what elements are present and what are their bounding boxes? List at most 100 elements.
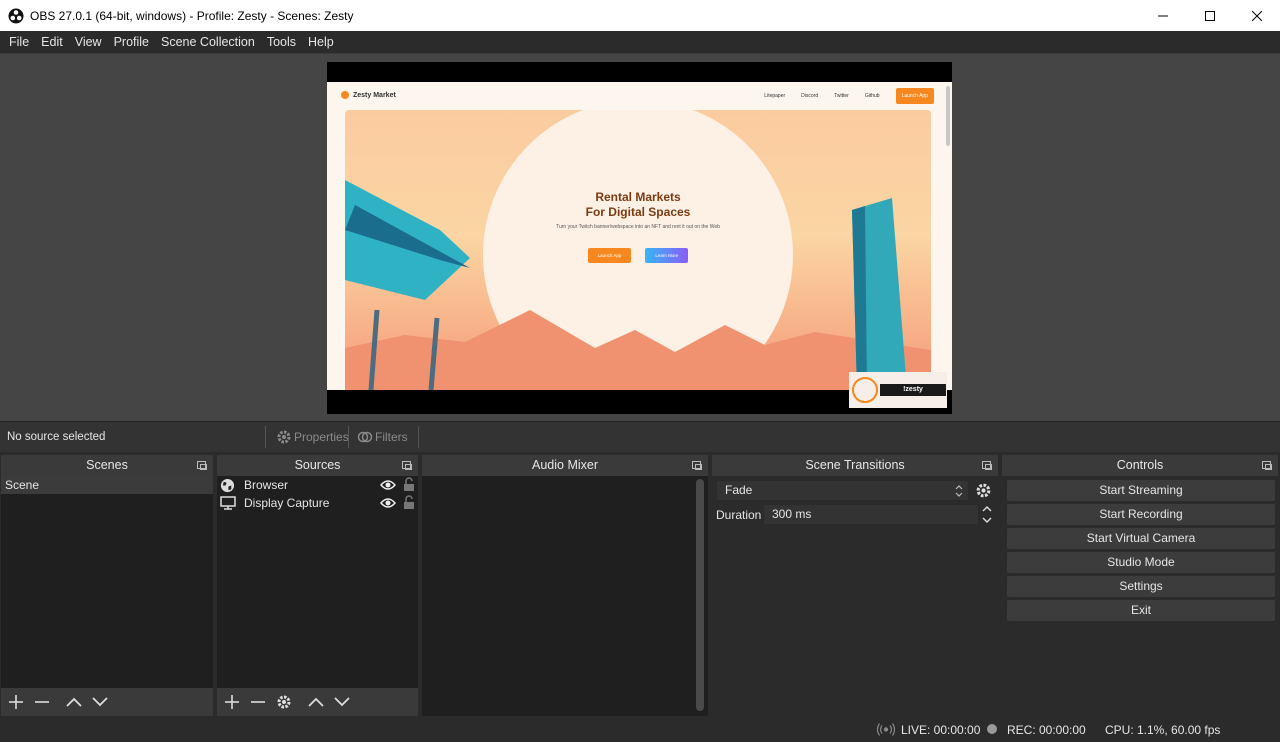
move-scene-down-button[interactable] xyxy=(87,688,113,716)
updown-arrow-icon xyxy=(955,485,963,497)
close-button[interactable] xyxy=(1233,0,1280,31)
undock-icon[interactable] xyxy=(402,461,412,470)
chevron-down-icon[interactable] xyxy=(980,515,994,525)
preview-canvas[interactable]: Zesty Market Litepaper Discord Twitter G… xyxy=(327,62,952,414)
site-brand: Zesty Market xyxy=(341,91,396,99)
minus-icon xyxy=(251,701,265,703)
visibility-eye-icon[interactable] xyxy=(380,479,396,491)
minimize-icon xyxy=(1157,15,1168,16)
plus-icon xyxy=(225,695,239,709)
gear-icon xyxy=(277,695,291,709)
nav-discord: Discord xyxy=(801,93,819,99)
chevron-down-icon xyxy=(92,697,108,707)
nav-litepaper: Litepaper xyxy=(764,93,786,99)
window-title: OBS 27.0.1 (64-bit, windows) - Profile: … xyxy=(30,8,354,23)
properties-button[interactable]: Properties xyxy=(276,429,349,445)
scenes-toolbar xyxy=(1,688,213,716)
move-source-down-button[interactable] xyxy=(329,688,355,716)
remove-scene-button[interactable] xyxy=(29,688,55,716)
monitor-icon xyxy=(220,496,236,510)
audio-mixer-area xyxy=(422,476,708,716)
source-toolbar: No source selected Properties Filters xyxy=(0,421,1280,452)
undock-icon[interactable] xyxy=(692,461,702,470)
duration-input[interactable]: 300 ms xyxy=(763,504,979,525)
title-bar: OBS 27.0.1 (64-bit, windows) - Profile: … xyxy=(0,0,1280,31)
remove-source-button[interactable] xyxy=(245,688,271,716)
chevron-up-icon xyxy=(66,697,82,707)
transition-settings-gear-icon[interactable] xyxy=(975,482,992,499)
audio-mixer-title: Audio Mixer xyxy=(422,455,708,476)
duration-spinner[interactable] xyxy=(979,504,995,525)
move-scene-up-button[interactable] xyxy=(61,688,87,716)
visibility-eye-icon[interactable] xyxy=(380,497,396,509)
preview-area[interactable]: Zesty Market Litepaper Discord Twitter G… xyxy=(0,53,1280,421)
scene-item[interactable]: Scene xyxy=(1,476,213,494)
settings-button[interactable]: Settings xyxy=(1007,576,1275,597)
filters-button[interactable]: Filters xyxy=(357,429,408,445)
source-properties-button[interactable] xyxy=(271,688,297,716)
scenes-list[interactable]: Scene xyxy=(1,476,213,688)
undock-icon[interactable] xyxy=(982,461,992,470)
transition-select[interactable]: Fade xyxy=(716,480,969,501)
maximize-icon xyxy=(1204,10,1215,21)
studio-mode-button[interactable]: Studio Mode xyxy=(1007,552,1275,573)
separator xyxy=(418,426,419,448)
hero-launch-app: Launch App xyxy=(587,248,632,263)
record-dot-icon xyxy=(987,724,997,734)
separator xyxy=(348,426,349,448)
menu-edit[interactable]: Edit xyxy=(36,35,68,49)
chevron-up-icon[interactable] xyxy=(980,504,994,514)
hero-title: Rental Markets For Digital Spaces xyxy=(585,190,691,219)
site-hero: Rental Markets For Digital Spaces Turn yo… xyxy=(345,110,931,390)
mixer-scrollbar[interactable] xyxy=(696,479,704,711)
menu-profile[interactable]: Profile xyxy=(109,35,154,49)
status-bar: LIVE: 00:00:00 REC: 00:00:00 CPU: 1.1%, … xyxy=(0,717,1280,742)
maximize-button[interactable] xyxy=(1186,0,1233,31)
cpu-fps: CPU: 1.1%, 60.00 fps xyxy=(1105,723,1221,737)
menu-scene-collection[interactable]: Scene Collection xyxy=(156,35,260,49)
hero-subtitle: Turn your Twitch banner/webspace into an… xyxy=(556,224,720,230)
undock-icon[interactable] xyxy=(197,461,207,470)
plus-icon xyxy=(9,695,23,709)
source-name: Display Capture xyxy=(244,496,330,510)
close-icon xyxy=(1251,10,1262,21)
controls-title: Controls xyxy=(1002,455,1278,476)
menu-tools[interactable]: Tools xyxy=(262,35,301,49)
undock-icon[interactable] xyxy=(1262,461,1272,470)
menu-view[interactable]: View xyxy=(70,35,107,49)
broadcast-icon xyxy=(876,723,896,736)
add-source-button[interactable] xyxy=(219,688,245,716)
sources-list[interactable]: Browser Display Capture xyxy=(217,476,418,688)
chevron-down-icon xyxy=(334,697,350,707)
chevron-up-icon xyxy=(308,697,324,707)
scenes-dock: Scenes Scene xyxy=(1,455,213,716)
nav-twitter: Twitter xyxy=(834,93,849,99)
source-name: Browser xyxy=(244,478,289,492)
add-scene-button[interactable] xyxy=(3,688,29,716)
start-streaming-button[interactable]: Start Streaming xyxy=(1007,480,1275,501)
source-item-display-capture[interactable]: Display Capture xyxy=(217,494,418,512)
no-source-label: No source selected xyxy=(7,431,106,443)
filter-icon xyxy=(357,431,373,443)
browser-scrollbar xyxy=(946,86,950,146)
nav-github: Github xyxy=(864,93,880,99)
start-recording-button[interactable]: Start Recording xyxy=(1007,504,1275,525)
menu-file[interactable]: File xyxy=(4,35,34,49)
obs-logo-icon xyxy=(8,8,24,23)
exit-button[interactable]: Exit xyxy=(1007,600,1275,621)
lock-icon[interactable] xyxy=(403,495,415,510)
minimize-button[interactable] xyxy=(1139,0,1186,31)
site-nav: Zesty Market Litepaper Discord Twitter G… xyxy=(327,82,952,110)
zesty-overlay: !zesty xyxy=(849,372,947,408)
zesty-tag: !zesty xyxy=(880,384,946,396)
start-virtual-camera-button[interactable]: Start Virtual Camera xyxy=(1007,528,1275,549)
menu-bar: File Edit View Profile Scene Collection … xyxy=(0,31,1280,53)
live-timer: LIVE: 00:00:00 xyxy=(901,723,981,737)
source-item-browser[interactable]: Browser xyxy=(217,476,418,494)
move-source-up-button[interactable] xyxy=(303,688,329,716)
menu-help[interactable]: Help xyxy=(303,35,339,49)
sources-title: Sources xyxy=(217,455,418,476)
site-nav-links: Litepaper Discord Twitter Github Launch … xyxy=(764,88,934,104)
nav-launch-app: Launch App xyxy=(895,88,934,104)
lock-icon[interactable] xyxy=(403,477,415,492)
